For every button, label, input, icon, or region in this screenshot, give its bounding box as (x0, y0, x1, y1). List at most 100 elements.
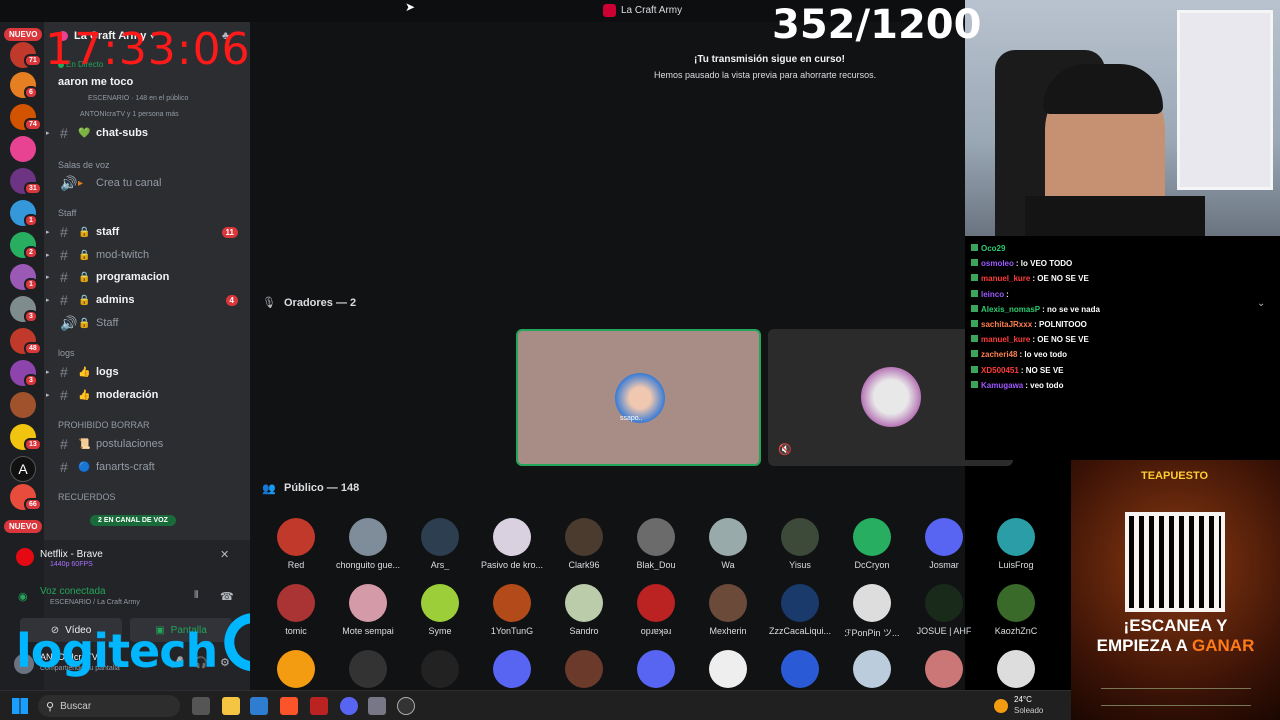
audience-member[interactable]: JOSUE | AHF (908, 584, 980, 636)
close-icon[interactable]: ✕ (220, 548, 229, 561)
obs-icon[interactable] (397, 697, 415, 715)
channel-chat-subs[interactable]: ▸ # 💚 chat-subs (44, 122, 250, 144)
audience-name: Yisus (789, 560, 811, 570)
sub-badge-icon (971, 320, 978, 327)
audience-member[interactable]: Yisus (764, 518, 836, 570)
voice-count-pill[interactable]: 2 EN CANAL DE VOZ (90, 515, 176, 526)
audience-member[interactable]: tomic (260, 584, 332, 636)
server-icon[interactable]: A (10, 456, 36, 482)
audience-name: Blak_Dou (636, 560, 676, 570)
server-icon[interactable] (10, 392, 36, 418)
audience-member[interactable]: Red (260, 518, 332, 570)
audience-member[interactable]: chonguito gue... (332, 518, 404, 570)
channel-staff[interactable]: ▸ # 🔒 staff 11 (44, 221, 250, 243)
avatar[interactable] (997, 650, 1035, 688)
qr-code (1125, 512, 1225, 612)
category-recuerdos[interactable]: RECUERDOS (58, 492, 116, 502)
avatar (565, 518, 603, 556)
chat-username[interactable]: leinco (981, 290, 1004, 299)
chat-username[interactable]: Kamugawa (981, 381, 1023, 390)
audience-member[interactable]: LuisFrog (980, 518, 1052, 570)
audience-member[interactable]: Pasivo de kro... (476, 518, 548, 570)
channel-mod-twitch[interactable]: ▸ # 🔒 mod-twitch (44, 244, 250, 266)
stage-meta: ESCENARIO · 148 en el público (88, 95, 189, 102)
chat-username[interactable]: Oco29 (981, 244, 1005, 253)
windows-start-icon[interactable] (12, 698, 28, 714)
audience-member[interactable]: Mexherin (692, 584, 764, 636)
speaker-icon: 🔊 (60, 314, 78, 331)
audience-member[interactable]: ℱPonPin ツ... (836, 584, 908, 639)
category-voice-rooms[interactable]: Salas de voz (58, 160, 110, 170)
lock-icon: 🔒 (78, 226, 91, 238)
server-icon[interactable] (10, 136, 36, 162)
search-icon: ⚲ (46, 700, 55, 713)
channel-name: programacion (96, 271, 170, 283)
category-staff[interactable]: Staff (58, 208, 76, 218)
noise-suppression-icon[interactable]: ⦀ (194, 590, 198, 601)
avatar[interactable] (781, 650, 819, 688)
avatar[interactable] (421, 650, 459, 688)
audience-member[interactable]: Sandro (548, 584, 620, 636)
avatar[interactable] (853, 650, 891, 688)
avatar[interactable] (565, 650, 603, 688)
task-view-icon[interactable] (192, 697, 210, 715)
speaker-tile[interactable]: ssapo.. (516, 329, 761, 466)
avatar[interactable] (709, 650, 747, 688)
avatar[interactable] (277, 650, 315, 688)
voice-status[interactable]: Voz conectada (40, 586, 106, 597)
audience-member[interactable]: KaozhZnC (980, 584, 1052, 636)
avatar[interactable] (637, 650, 675, 688)
audience-member[interactable]: Josmar (908, 518, 980, 570)
channel-logs[interactable]: ▸ # 👍 logs (44, 361, 250, 383)
app-icon[interactable] (310, 697, 328, 715)
channel-crea-tu-canal[interactable]: 🔊 ▸ Crea tu canal (44, 172, 250, 194)
chevron-down-icon[interactable]: ⌄ (1257, 298, 1265, 309)
category-prohibido-borrar[interactable]: PROHIBIDO BORRAR (58, 420, 150, 430)
audience-member[interactable]: Wa (692, 518, 764, 570)
avatar[interactable] (925, 650, 963, 688)
audience-member[interactable]: Syme (404, 584, 476, 636)
audience-member[interactable]: Ars_ (404, 518, 476, 570)
discord-icon[interactable] (340, 697, 358, 715)
channel-name: Crea tu canal (96, 177, 162, 189)
stage-title: aaron me toco (58, 76, 134, 88)
channel-name: mod-twitch (96, 249, 150, 261)
follower-counter: 352/1200 (772, 2, 982, 48)
chat-username[interactable]: zacheri48 (981, 350, 1017, 359)
avatar (853, 584, 891, 622)
speaker-icon: 🔊 (60, 174, 78, 191)
audience-member[interactable]: DcCryon (836, 518, 908, 570)
channel-fanarts-craft[interactable]: # 🔵 fanarts-craft (44, 456, 250, 478)
audience-member[interactable]: opɹɐʞǝɹ (620, 584, 692, 636)
chat-username[interactable]: osmoleo (981, 259, 1014, 268)
channel-postulaciones[interactable]: # 📜 postulaciones (44, 433, 250, 455)
audience-member[interactable]: ZzzCacaLiqui... (764, 584, 836, 636)
settings-app-icon[interactable] (368, 697, 386, 715)
channel-staff-voice[interactable]: 🔊 🔒 Staff (44, 312, 250, 334)
hash-icon: # (60, 269, 68, 285)
brave-browser-icon[interactable] (280, 697, 298, 715)
channel-admins[interactable]: ▸ # 🔒 admins 4 (44, 289, 250, 311)
stream-app-icon (16, 548, 34, 566)
file-explorer-icon[interactable] (222, 697, 240, 715)
chat-username[interactable]: Alexis_nomasP (981, 305, 1040, 314)
muted-icon: 🔇 (778, 444, 792, 456)
chat-username[interactable]: XD500451 (981, 366, 1019, 375)
avatar[interactable] (493, 650, 531, 688)
chat-username[interactable]: manuel_kure (981, 274, 1030, 283)
channel-moderacion[interactable]: ▸ # 👍 moderación (44, 384, 250, 406)
channel-name: chat-subs (96, 127, 148, 139)
chat-username[interactable]: manuel_kure (981, 335, 1030, 344)
audience-member[interactable]: Mote sempai (332, 584, 404, 636)
channel-programacion[interactable]: ▸ # 🔒 programacion (44, 266, 250, 288)
disconnect-icon[interactable]: ☎ (220, 590, 234, 603)
chat-username[interactable]: sachitaJRxxx (981, 320, 1032, 329)
avatar[interactable] (349, 650, 387, 688)
audience-member[interactable]: Clark96 (548, 518, 620, 570)
audience-member[interactable]: 1YonTunG (476, 584, 548, 636)
search-box[interactable]: ⚲ Buscar (38, 695, 180, 717)
store-icon[interactable] (250, 697, 268, 715)
audience-name: Wa (721, 560, 735, 570)
audience-member[interactable]: Blak_Dou (620, 518, 692, 570)
category-logs[interactable]: logs (58, 348, 75, 358)
